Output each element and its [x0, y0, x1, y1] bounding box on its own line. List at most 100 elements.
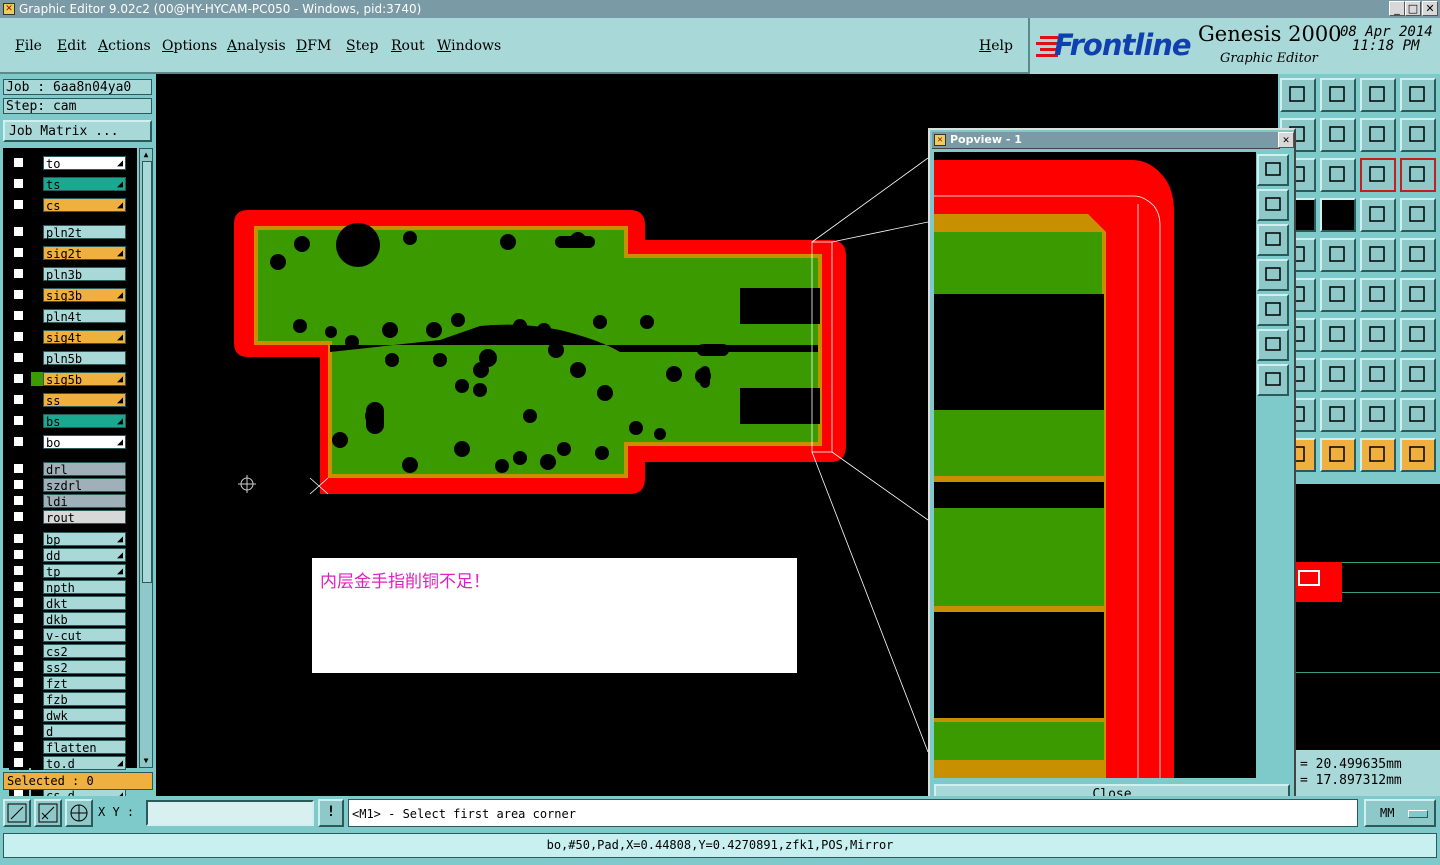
layer-name[interactable]: ss2	[43, 660, 126, 675]
layer-color-swatch[interactable]	[31, 267, 43, 281]
flip-icon[interactable]	[1400, 318, 1436, 352]
layer-row-dwk[interactable]: dwk	[9, 708, 127, 723]
layer-color-swatch[interactable]	[31, 580, 43, 594]
layer-checkbox[interactable]	[13, 463, 24, 474]
popview-close-icon[interactable]: ✕	[1278, 132, 1294, 148]
zoom-area-button[interactable]	[34, 799, 62, 827]
home-icon[interactable]	[1360, 78, 1396, 112]
layer-row-ss[interactable]: ss ◢	[9, 393, 127, 408]
menu-actions[interactable]: Actions	[98, 38, 151, 54]
popview-import-icon[interactable]	[1257, 259, 1289, 291]
layer-color-swatch[interactable]	[31, 435, 43, 449]
arc-icon[interactable]	[1360, 278, 1396, 312]
layer-name[interactable]: drl	[43, 462, 126, 477]
layer-checkbox[interactable]	[13, 331, 24, 342]
layer-row-tp[interactable]: tp ◢	[9, 564, 127, 579]
route-icon[interactable]	[1400, 438, 1436, 472]
layer-color-swatch[interactable]	[31, 510, 43, 524]
layer-color-swatch[interactable]	[31, 548, 43, 562]
layer-checkbox[interactable]	[13, 661, 24, 672]
menu-edit[interactable]: Edit	[57, 38, 86, 54]
layer-color-swatch[interactable]	[31, 225, 43, 239]
select-arrow-icon[interactable]	[1360, 438, 1396, 472]
layer-row-sig2t[interactable]: sig2t ◢	[9, 246, 127, 261]
layer-checkbox[interactable]	[13, 289, 24, 300]
layer-color-swatch[interactable]	[31, 177, 43, 191]
popview-copy-icon[interactable]	[1257, 154, 1289, 186]
window-icon[interactable]	[1400, 78, 1436, 112]
layer-checkbox[interactable]	[13, 533, 24, 544]
layer-color-swatch[interactable]	[31, 462, 43, 476]
xy-input[interactable]	[146, 800, 314, 826]
layer-color-swatch[interactable]	[31, 288, 43, 302]
layer-list-scrollbar[interactable]: ▲ ▼	[139, 148, 153, 768]
menu-dfm[interactable]: DFM	[296, 38, 331, 54]
layer-row-fzb[interactable]: fzb	[9, 692, 127, 707]
layer-row-sig3b[interactable]: sig3b ◢	[9, 288, 127, 303]
layer-name[interactable]: bp ◢	[43, 532, 126, 547]
layer-row-pln4t[interactable]: pln4t	[9, 309, 127, 324]
layer-color-swatch[interactable]	[31, 156, 43, 170]
redo-icon[interactable]	[1400, 118, 1436, 152]
cross-icon[interactable]	[1320, 278, 1356, 312]
menu-analysis[interactable]: Analysis	[227, 38, 286, 54]
layer-checkbox[interactable]	[13, 757, 24, 768]
layer-color-swatch[interactable]	[31, 724, 43, 738]
undo-icon[interactable]	[1360, 118, 1396, 152]
menu-windows[interactable]: Windows	[437, 38, 501, 54]
layer-checkbox[interactable]	[13, 436, 24, 447]
layer-row-dkb[interactable]: dkb	[9, 612, 127, 627]
layer-row-bp[interactable]: bp ◢	[9, 532, 127, 547]
layer-name[interactable]: sig2t ◢	[43, 246, 126, 261]
shape-icon[interactable]	[1400, 358, 1436, 392]
layer-color-swatch[interactable]	[31, 564, 43, 578]
layer-color-swatch[interactable]	[31, 644, 43, 658]
layer-name[interactable]: dkt	[43, 596, 126, 611]
layer-checkbox[interactable]	[13, 597, 24, 608]
layer-row-v-cut[interactable]: v-cut	[9, 628, 127, 643]
layer-row-szdrl[interactable]: szdrl	[9, 478, 127, 493]
layer-name[interactable]: pln2t	[43, 225, 126, 240]
layer-checkbox[interactable]	[13, 157, 24, 168]
layer-name[interactable]: dd ◢	[43, 548, 126, 563]
move-icon[interactable]	[1320, 158, 1356, 192]
layer-checkbox[interactable]	[13, 226, 24, 237]
layer-name[interactable]: v-cut	[43, 628, 126, 643]
layer-name[interactable]: d	[43, 724, 126, 739]
layer-color-swatch[interactable]	[31, 708, 43, 722]
layer-name[interactable]: cs2	[43, 644, 126, 659]
layer-row-sig4t[interactable]: sig4t ◢	[9, 330, 127, 345]
layer-color-swatch[interactable]	[31, 414, 43, 428]
layer-checkbox[interactable]	[13, 645, 24, 656]
layer-row-bs[interactable]: bs ◢	[9, 414, 127, 429]
layer-color-swatch[interactable]	[31, 351, 43, 365]
help-icon[interactable]	[1400, 158, 1436, 192]
grid-button[interactable]	[65, 799, 93, 827]
layer-row-dd[interactable]: dd ◢	[9, 548, 127, 563]
layer-color-swatch[interactable]	[31, 494, 43, 508]
layer-name[interactable]: ss ◢	[43, 393, 126, 408]
layer-row-bo[interactable]: bo ◢	[9, 435, 127, 450]
circle-icon[interactable]	[1400, 238, 1436, 272]
layer-row-fzt[interactable]: fzt	[9, 676, 127, 691]
layer-color-swatch[interactable]	[31, 372, 43, 386]
snap-icon[interactable]	[1360, 198, 1396, 232]
scroll-down-icon[interactable]: ▼	[141, 756, 151, 766]
layer-row-pln2t[interactable]: pln2t	[9, 225, 127, 240]
layer-checkbox[interactable]	[13, 565, 24, 576]
popview-load-icon[interactable]	[1257, 189, 1289, 221]
layer-checkbox[interactable]	[13, 581, 24, 592]
layer-color-swatch[interactable]	[31, 478, 43, 492]
layer-name[interactable]: szdrl	[43, 478, 126, 493]
layer-checkbox[interactable]	[13, 693, 24, 704]
layer-row-drl[interactable]: drl	[9, 462, 127, 477]
layer-checkbox[interactable]	[13, 613, 24, 624]
graphic-canvas[interactable]	[156, 74, 928, 796]
layer-name[interactable]: npth	[43, 580, 126, 595]
layer-name[interactable]: to.d ◢	[43, 756, 126, 771]
minimize-button[interactable]: _	[1389, 1, 1405, 16]
layer-checkbox[interactable]	[13, 511, 24, 522]
menu-step[interactable]: Step	[346, 38, 378, 54]
layer-row-to[interactable]: to ◢	[9, 156, 127, 171]
layer-color-swatch[interactable]	[31, 612, 43, 626]
